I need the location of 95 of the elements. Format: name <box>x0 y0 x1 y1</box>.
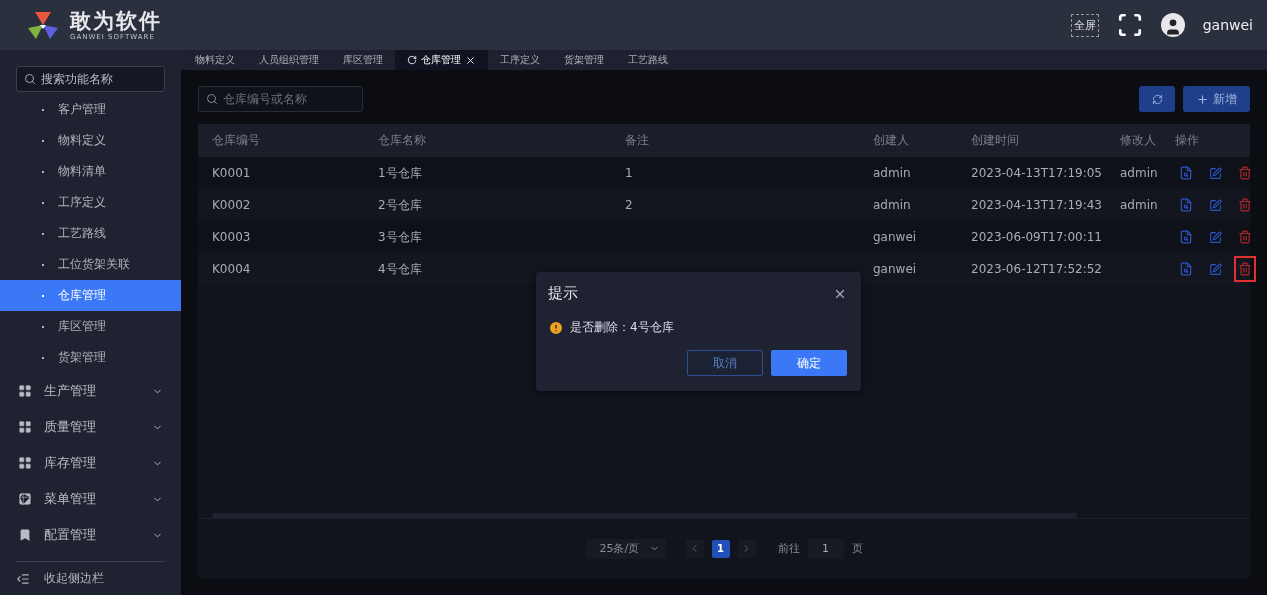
user-name[interactable]: ganwei <box>1202 17 1253 33</box>
warning-icon <box>548 319 564 336</box>
refresh-button[interactable] <box>1139 86 1175 112</box>
add-button[interactable]: 新增 <box>1183 86 1250 112</box>
column-header: 修改人 <box>1120 132 1157 149</box>
brand-name: 敢为软件 <box>70 9 162 33</box>
dialog-message: 是否删除：4号仓库 <box>570 319 674 336</box>
menu-group[interactable]: 菜单管理 <box>0 481 181 517</box>
table-cell-text: admin <box>873 166 912 180</box>
cancel-button[interactable]: 取消 <box>687 350 763 376</box>
search-icon <box>206 93 218 105</box>
table-cell-text: ganwei <box>873 230 918 244</box>
table-cell-text: admin <box>1120 198 1159 212</box>
tab[interactable]: 工序定义 <box>488 50 552 70</box>
document-search-icon <box>1179 198 1193 212</box>
menu-item[interactable]: 客户管理 <box>0 94 181 125</box>
menu-item[interactable]: 物料清单 <box>0 156 181 187</box>
goto-label: 前往 <box>777 541 800 556</box>
table-cell-text: K0002 <box>212 198 252 212</box>
menu-group[interactable]: 质量管理 <box>0 409 181 445</box>
table-cell-text: K0001 <box>212 166 252 180</box>
menu-item[interactable]: 库区管理 <box>0 311 181 342</box>
column-header: 备注 <box>625 132 650 149</box>
column-header: 创建人 <box>873 132 910 149</box>
edit-icon <box>1209 230 1222 244</box>
menu-search-field[interactable]: 搜索功能名称 <box>16 66 165 92</box>
plus-icon <box>1196 92 1209 106</box>
edit-icon <box>1209 262 1222 276</box>
table-cell-text: 2 <box>625 198 634 212</box>
fullscreen-icon[interactable] <box>1116 12 1143 38</box>
table-cell-text: K0003 <box>212 230 252 244</box>
edit-icon <box>1209 198 1222 212</box>
table-cell-text: K0004 <box>212 262 252 276</box>
table-cell-text: 2023-04-13T17:19:43 <box>971 198 1103 212</box>
table-cell-text: 1 <box>625 166 634 180</box>
grid-icon <box>18 384 32 398</box>
goto-page-field[interactable]: 1 <box>807 538 844 559</box>
reload-icon <box>407 55 417 65</box>
table-cell-text: 4号仓库 <box>378 260 423 278</box>
warehouse-search-field[interactable]: 仓库编号或名称 <box>198 86 363 112</box>
menu-item[interactable]: 工位货架关联 <box>0 249 181 280</box>
fullscreen-button[interactable]: 全屏 <box>1070 13 1099 37</box>
document-search-icon <box>1179 166 1193 180</box>
page-size-select[interactable]: 25条/页 <box>585 538 666 559</box>
menu-item[interactable]: 工序定义 <box>0 187 181 218</box>
collapse-icon <box>16 571 30 586</box>
menu-item[interactable]: 仓库管理 <box>0 280 181 311</box>
table-cell-text: 3号仓库 <box>378 228 423 246</box>
avatar[interactable] <box>1160 13 1185 37</box>
refresh-icon <box>1151 93 1163 105</box>
table-cell-text: 2023-06-12T17:52:52 <box>971 262 1103 276</box>
grid-icon <box>18 456 32 470</box>
trash-icon <box>1238 230 1252 244</box>
dialog-title: 提示 <box>548 284 578 303</box>
menu-group[interactable]: 生产管理 <box>0 373 181 409</box>
close-icon[interactable] <box>465 54 476 66</box>
edit-icon <box>1209 166 1222 180</box>
tab[interactable]: 物料定义 <box>183 50 247 70</box>
logo-icon <box>26 10 60 40</box>
table-cell-text: 2023-04-13T17:19:05 <box>971 166 1103 180</box>
tab[interactable]: 人员组织管理 <box>247 50 331 70</box>
menu-group[interactable]: 配置管理 <box>0 517 181 553</box>
trash-icon <box>1238 166 1252 180</box>
page-button[interactable]: 1 <box>711 539 730 558</box>
next-page-button[interactable] <box>737 539 756 558</box>
collapse-sidebar-button[interactable]: 收起侧边栏 <box>16 561 165 595</box>
page-unit: 页 <box>851 541 863 556</box>
table-cell-text: 1号仓库 <box>378 164 423 182</box>
menu-item[interactable]: 货架管理 <box>0 342 181 373</box>
tab[interactable]: 工艺路线 <box>616 50 680 70</box>
menu-item[interactable]: 物料定义 <box>0 125 181 156</box>
grid-icon <box>18 420 32 434</box>
tab[interactable]: 货架管理 <box>552 50 616 70</box>
search-icon <box>24 73 36 85</box>
column-header: 创建时间 <box>971 132 1020 149</box>
bookmark-icon <box>18 528 32 542</box>
menu-group[interactable]: 库存管理 <box>0 445 181 481</box>
column-header: 操作 <box>1175 132 1200 149</box>
table-cell-text: admin <box>873 198 912 212</box>
table-cell-text: 2023-06-09T17:00:11 <box>971 230 1103 244</box>
document-search-icon <box>1179 262 1193 276</box>
table-cell-text: ganwei <box>873 262 918 276</box>
previous-page-button[interactable] <box>685 539 704 558</box>
table-cell-text: admin <box>1120 166 1159 180</box>
column-header: 仓库名称 <box>378 132 427 149</box>
table-cell-text: 2号仓库 <box>378 196 423 214</box>
trash-icon <box>1238 198 1252 212</box>
tab[interactable]: 仓库管理 <box>395 50 488 70</box>
document-search-icon <box>1179 230 1193 244</box>
trash-icon <box>1238 262 1252 276</box>
delete-button[interactable] <box>1234 256 1256 282</box>
menu-item[interactable]: 工艺路线 <box>0 218 181 249</box>
tab[interactable]: 库区管理 <box>331 50 395 70</box>
confirm-button[interactable]: 确定 <box>771 350 847 376</box>
column-header: 仓库编号 <box>212 132 261 149</box>
